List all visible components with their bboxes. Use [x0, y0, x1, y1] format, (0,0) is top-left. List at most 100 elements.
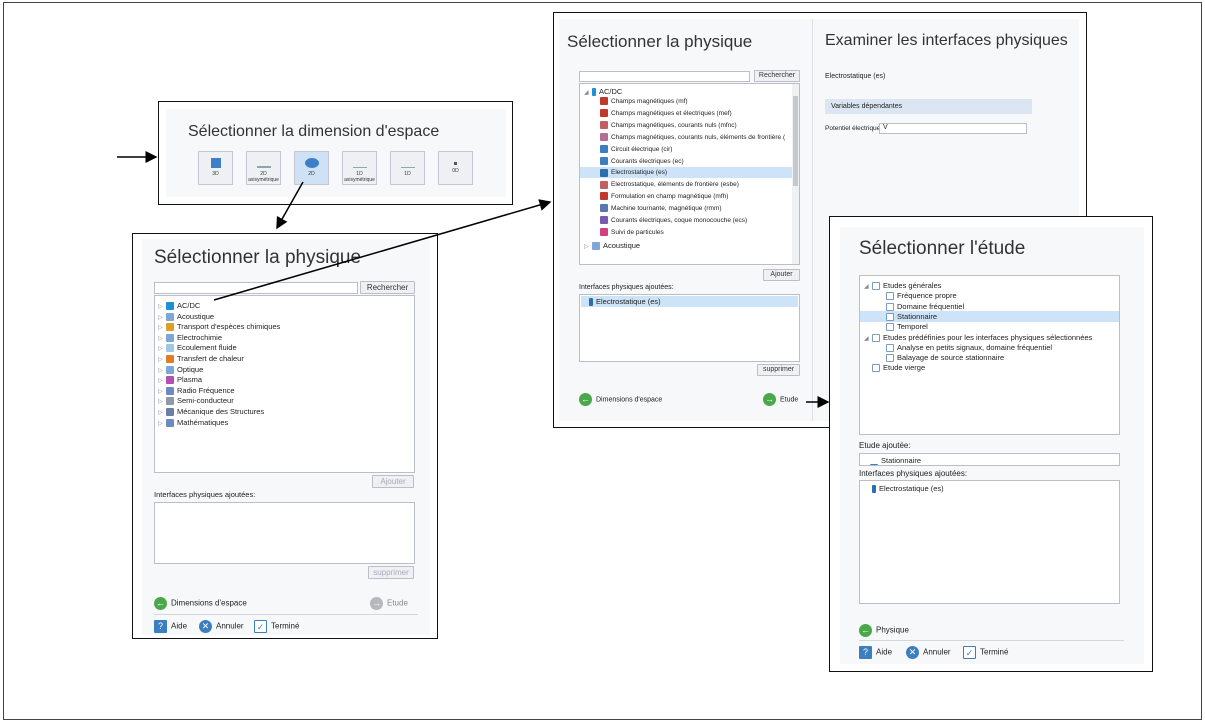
study-cancel-icon: ✕	[906, 646, 919, 659]
remove2-button[interactable]: supprimer	[757, 364, 800, 376]
add2-button[interactable]: Ajouter	[763, 269, 800, 281]
add-button[interactable]: Ajouter	[372, 475, 414, 488]
tree-item[interactable]: Machine tournante, magnétique (rmm)	[580, 203, 794, 214]
study-icon	[872, 282, 880, 291]
physics-interface-icon	[600, 109, 608, 118]
tree-item[interactable]: Courants électriques (ec)	[580, 156, 794, 167]
added-interfaces-label: Interfaces physiques ajoutées:	[154, 490, 256, 499]
tree-item-acoustique[interactable]: ▷ Acoustique	[584, 240, 640, 251]
back-physics-button[interactable]: ← Physique	[859, 624, 909, 637]
study-tree-item[interactable]: Etude vierge	[860, 362, 1119, 373]
select-study-panel: Sélectionner l'étude ◢ Etudes générales Fr…	[829, 216, 1153, 672]
physics-interface-icon	[600, 228, 608, 237]
checkbox-icon: ✓	[254, 620, 267, 633]
potential-field[interactable]: V	[879, 123, 1027, 134]
physics2-search-input[interactable]	[579, 71, 750, 82]
tree-item[interactable]: ▷ Acoustique	[158, 311, 214, 322]
cube-icon	[210, 158, 221, 168]
tree-item[interactable]: ▷ Plasma	[158, 374, 202, 385]
physics-interface-icon	[600, 192, 608, 201]
study-icon	[886, 354, 894, 363]
physics-interface-icon	[600, 121, 608, 130]
physics-category-icon	[166, 355, 174, 364]
cancel-icon: ✕	[199, 620, 212, 633]
dimension-title: Sélectionner la dimension d'espace	[188, 123, 440, 140]
tree-item[interactable]: ▷ Mathématiques	[158, 417, 228, 428]
review-title: Examiner les interfaces physiques	[825, 32, 1068, 49]
tree-item[interactable]: Champs magnétiques et électriques (mef)	[580, 108, 794, 119]
tree-item[interactable]: ▷ Semi-conducteur	[158, 395, 234, 406]
dim-1d-axisym-button[interactable]: 1D axisymétrique	[342, 151, 377, 185]
study-cancel-button[interactable]: ✕ Annuler	[906, 646, 951, 659]
electrostatics2-icon	[872, 485, 876, 494]
physics-interface-icon	[600, 132, 608, 141]
tree-item[interactable]: Electrostatique, éléments de frontière (…	[580, 179, 794, 190]
tree-item[interactable]: Suivi de particules	[580, 227, 794, 238]
acdc-icon	[592, 88, 596, 97]
study-added-interfaces-label: Interfaces physiques ajoutées:	[859, 469, 968, 478]
next2-study-button[interactable]: → Etude	[763, 393, 798, 406]
added-interfaces-list[interactable]	[154, 502, 415, 564]
physics-category-icon	[166, 333, 174, 342]
tree-item[interactable]: ▷ Radio Fréquence	[158, 385, 235, 396]
physics-interface-icon	[600, 204, 608, 213]
tree-item[interactable]: Champs magnétiques (mf)	[580, 96, 794, 107]
added2-item[interactable]: Electrostatique (es)	[581, 296, 798, 307]
help-button[interactable]: ? Aide	[154, 620, 187, 633]
tree-item[interactable]: ▷ Electrochimie	[158, 332, 222, 343]
remove-button[interactable]: supprimer	[368, 566, 414, 579]
physics-search-input[interactable]	[154, 282, 358, 294]
study-done-button[interactable]: ✓ Terminé	[963, 646, 1008, 659]
tree-item[interactable]: Formulation en champ magnétique (mfh)	[580, 191, 794, 202]
electrostatics-icon	[589, 298, 593, 307]
study-added-interfaces-list[interactable]: Electrostatique (es)	[859, 480, 1120, 604]
study-icon	[872, 364, 880, 373]
physics-category-icon	[166, 386, 174, 395]
axisym-line-icon	[352, 158, 367, 168]
physics-category-icon	[166, 376, 174, 385]
tree-item[interactable]: Circuit électrique (cir)	[580, 144, 794, 155]
physics-category-icon	[166, 418, 174, 427]
dim-2d-button[interactable]: 2D	[294, 151, 329, 185]
physics-tree[interactable]: ▷ AC/DC ▷ Acoustique ▷ Transport d'espèces ch…	[154, 295, 415, 473]
tree-item[interactable]: ▷ Ecoulement fluide	[158, 342, 237, 353]
study-icon	[886, 312, 894, 321]
tree-item[interactable]: ▷ Mécanique des Structures	[158, 406, 264, 417]
tree-item[interactable]: Courants électriques, coque monocouche (…	[580, 215, 794, 226]
tree-item[interactable]: ▷ Optique	[158, 364, 203, 375]
dim-0d-button[interactable]: 0D	[438, 151, 473, 185]
review-interface: Electrostatique (es)	[825, 73, 886, 80]
cancel-button[interactable]: ✕ Annuler	[199, 620, 244, 633]
next-study-button[interactable]: → Etude	[370, 597, 408, 610]
tree-item[interactable]: ▷ Transfert de chaleur	[158, 353, 244, 364]
tree-item[interactable]: Electrostatique (es)	[580, 167, 794, 179]
select-physics-panel: Sélectionner la physique Rechercher ▷ AC/…	[132, 233, 438, 639]
search2-button[interactable]: Rechercher	[754, 70, 800, 82]
study-help-button[interactable]: ? Aide	[859, 646, 892, 659]
dim-2d-axisym-button[interactable]: 2D axisymétrique	[246, 151, 281, 185]
physics2-tree[interactable]: ◢ AC/DC Champs magnétiques (mf) Champs mag…	[579, 83, 800, 265]
study-tree[interactable]: ◢ Etudes générales Fréquence propre Domaine…	[859, 275, 1120, 435]
physics-interface-icon	[600, 216, 608, 225]
dim-1d-button[interactable]: 1D	[390, 151, 425, 185]
dim-3d-button[interactable]: 3D	[198, 151, 233, 185]
tree-item[interactable]: Champs magnétiques, courants nuls (mfnc)	[580, 120, 794, 131]
done-button[interactable]: ✓ Terminé	[254, 620, 299, 633]
tree-item[interactable]: Champs magnétiques, courants nuls, éléme…	[580, 132, 794, 143]
added2-list[interactable]: Electrostatique (es)	[579, 294, 800, 362]
added-study-label: Etude ajoutée:	[859, 441, 911, 450]
back2-dimension-button[interactable]: ← Dimensions d'espace	[579, 393, 662, 406]
back3-arrow-icon: ←	[859, 624, 872, 637]
tree-item[interactable]: ▷ AC/DC	[158, 300, 200, 311]
physics-interface-icon	[600, 156, 608, 165]
added-study-field[interactable]: Stationnaire	[859, 453, 1120, 466]
back-dimension-button[interactable]: ← Dimensions d'espace	[154, 597, 247, 610]
study-added-item[interactable]: Electrostatique (es)	[872, 483, 944, 494]
study-title: Sélectionner l'étude	[859, 238, 1026, 259]
search-button[interactable]: Rechercher	[360, 281, 415, 294]
tree-item[interactable]: ▷ Transport d'espèces chimiques	[158, 321, 280, 332]
scrollbar[interactable]	[792, 84, 799, 264]
added-study-value: Stationnaire	[881, 456, 922, 465]
physics-category-icon	[166, 365, 174, 374]
physics-interface-icon	[600, 168, 608, 177]
